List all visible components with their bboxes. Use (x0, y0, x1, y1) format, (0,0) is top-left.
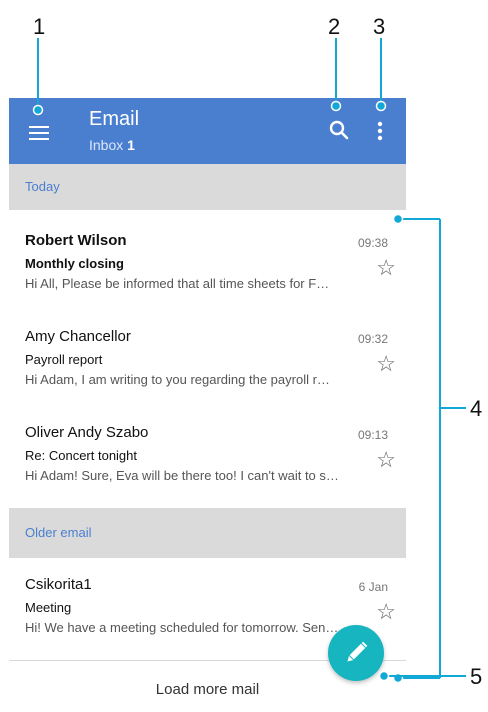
email-row[interactable]: Oliver Andy Szabo 09:13 Re: Concert toni… (9, 406, 406, 506)
email-time: 09:38 (357, 236, 388, 250)
star-icon[interactable]: ☆ (376, 601, 396, 623)
email-sender: Oliver Andy Szabo (25, 424, 149, 441)
email-time: 09:32 (357, 332, 388, 346)
email-sender: Csikorita1 (25, 576, 92, 593)
email-row[interactable]: Robert Wilson 09:38 Monthly closing Hi A… (9, 214, 406, 311)
email-row[interactable]: Amy Chancellor 09:32 Payroll report Hi A… (9, 310, 406, 407)
email-subject: Payroll report (25, 352, 103, 367)
pencil-icon (347, 641, 368, 662)
star-icon[interactable]: ☆ (376, 257, 396, 279)
inbox-label: Inbox 1 (89, 137, 135, 153)
email-preview: Hi All, Please be informed that all time… (25, 276, 330, 291)
callout-2: 2 (328, 14, 341, 39)
app-bar: Email Inbox 1 (9, 98, 406, 164)
callout-1: 1 (33, 14, 46, 39)
email-time: 09:13 (357, 428, 388, 442)
more-vert-icon[interactable] (374, 118, 386, 142)
star-icon[interactable]: ☆ (376, 449, 396, 471)
section-header-older: Older email (9, 508, 406, 558)
email-preview: Hi Adam! Sure, Eva will be there too! I … (25, 468, 339, 483)
email-sender: Amy Chancellor (25, 328, 131, 345)
callout-3: 3 (373, 14, 386, 39)
unread-count: 1 (127, 137, 135, 153)
load-more-label: Load more mail (155, 681, 260, 698)
email-subject: Re: Concert tonight (25, 448, 138, 463)
callout-4: 4 (470, 396, 483, 421)
email-sender: Robert Wilson (25, 232, 127, 249)
section-header-today: Today (9, 164, 406, 210)
email-time: 6 Jan (358, 580, 388, 594)
inbox-name: Inbox (89, 137, 124, 153)
section-label: Today (25, 179, 60, 194)
compose-button[interactable] (328, 625, 384, 681)
star-icon[interactable]: ☆ (376, 353, 396, 375)
search-icon[interactable] (327, 118, 351, 142)
callout-5: 5 (470, 664, 483, 689)
email-preview: Hi Adam, I am writing to you regarding t… (25, 372, 330, 387)
email-subject: Monthly closing (25, 256, 124, 271)
app-title: Email (89, 108, 140, 130)
section-label: Older email (25, 525, 92, 540)
menu-icon[interactable] (27, 118, 51, 144)
email-subject: Meeting (25, 600, 72, 615)
